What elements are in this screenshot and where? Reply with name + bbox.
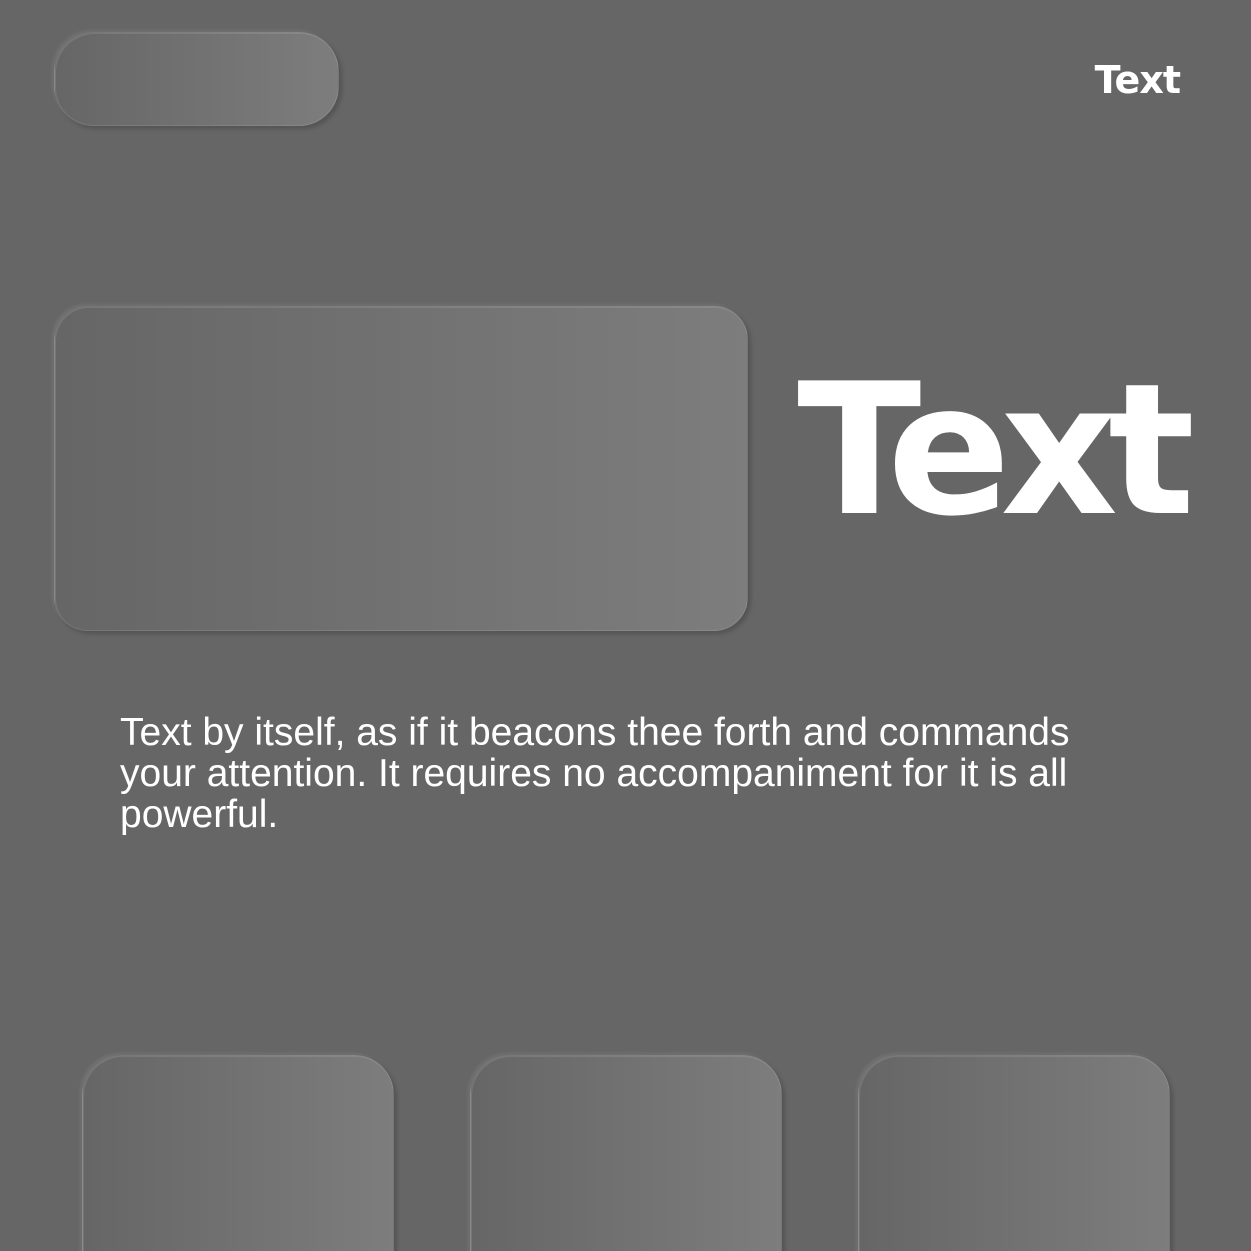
top-pill-placeholder[interactable] (54, 32, 339, 126)
tile-card-3[interactable] (858, 1055, 1170, 1251)
body-paragraph: Text by itself, as if it beacons thee fo… (120, 711, 1070, 836)
tile-card-2[interactable] (470, 1055, 782, 1251)
hero-title: Text (797, 344, 1195, 556)
hero-card-placeholder (54, 306, 748, 631)
header-text-link[interactable]: Text (1095, 55, 1181, 105)
tile-card-1[interactable] (82, 1055, 394, 1251)
